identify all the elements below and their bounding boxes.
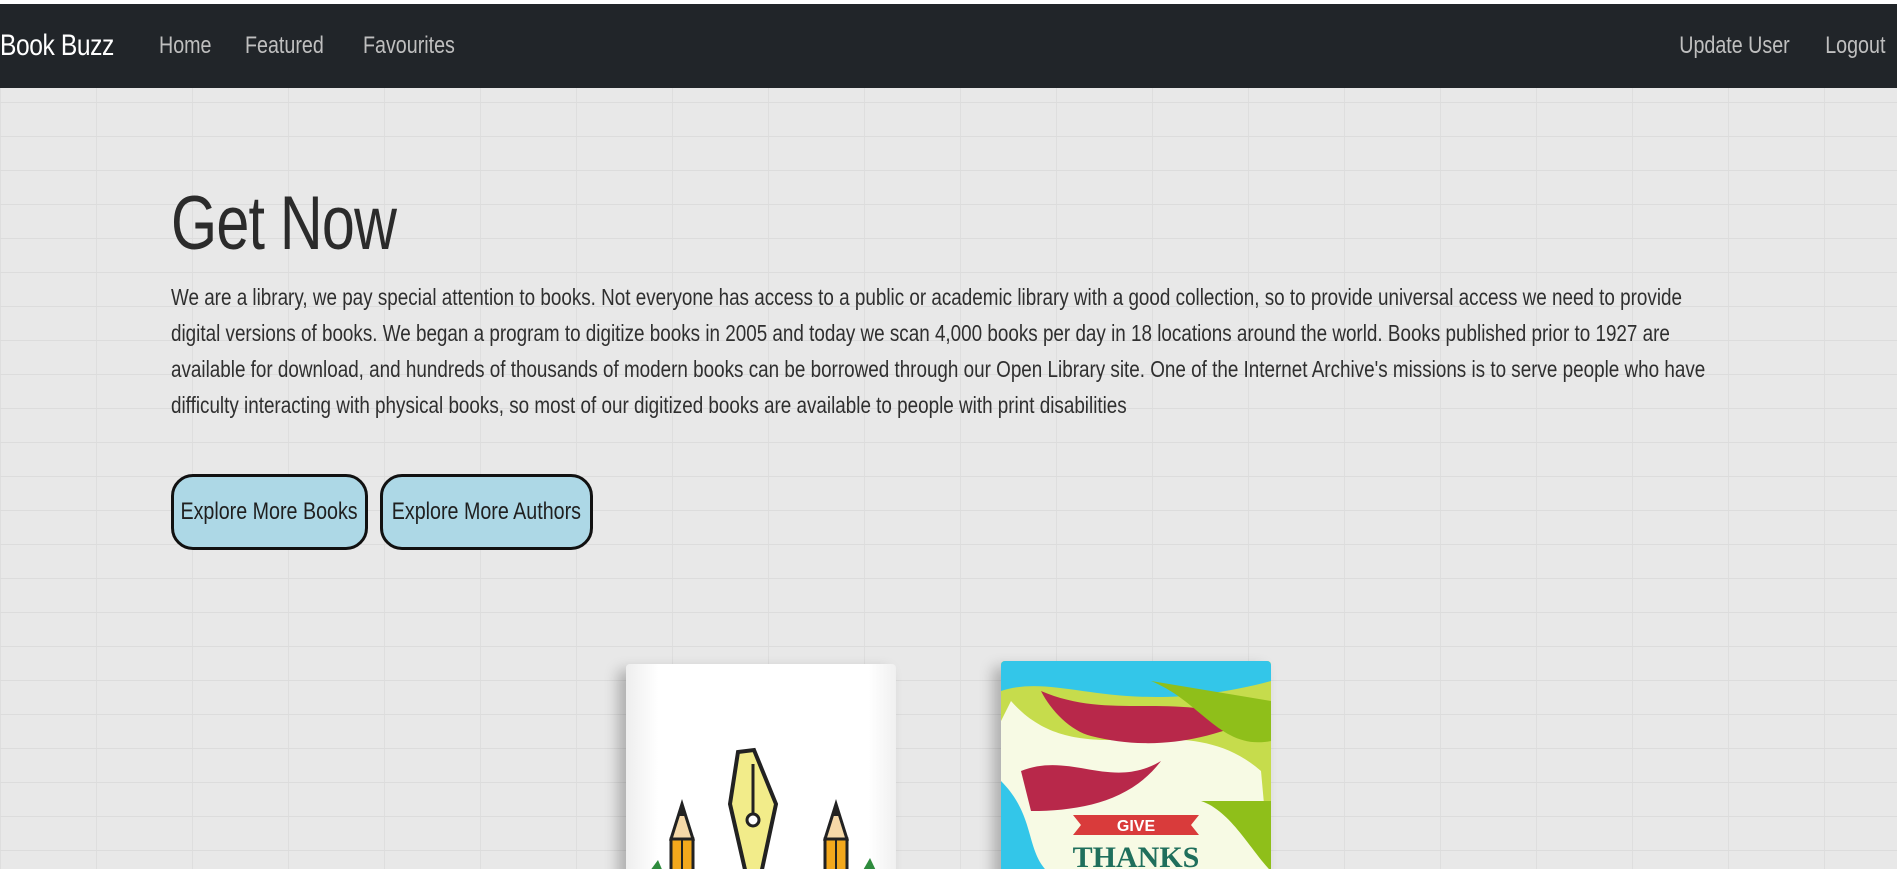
book-cover-give-thanks: GIVE THANKS [1001,661,1271,869]
brand-logo[interactable]: Book Buzz [0,29,114,63]
nav-link-featured[interactable]: Featured [245,32,324,60]
hero-section: Get Now We are a library, we pay special… [171,180,1731,423]
hero-description: We are a library, we pay special attenti… [171,284,1706,418]
explore-books-button[interactable]: Explore More Books [171,474,368,550]
book-cover-pens [626,664,896,869]
nav-right-links: Update User Logout [1633,4,1885,88]
nav-link-update-user[interactable]: Update User [1679,32,1789,60]
nav-links: Home Featured Favourites [159,32,497,60]
hero-buttons: Explore More Books Explore More Authors [171,474,605,550]
explore-authors-label: Explore More Authors [391,498,582,525]
nav-link-home[interactable]: Home [159,32,212,60]
nav-link-favourites[interactable]: Favourites [363,32,455,60]
thanks-text: THANKS [1073,841,1200,869]
pen-pencils-illustration [651,747,876,869]
give-text: GIVE [1117,818,1156,835]
give-thanks-illustration: GIVE THANKS [1001,661,1271,869]
explore-books-label: Explore More Books [180,498,359,525]
hero-title: Get Now [171,181,397,266]
navbar: Book Buzz Home Featured Favourites Updat… [0,4,1897,88]
explore-authors-button[interactable]: Explore More Authors [380,474,593,550]
nav-link-logout[interactable]: Logout [1825,32,1885,60]
